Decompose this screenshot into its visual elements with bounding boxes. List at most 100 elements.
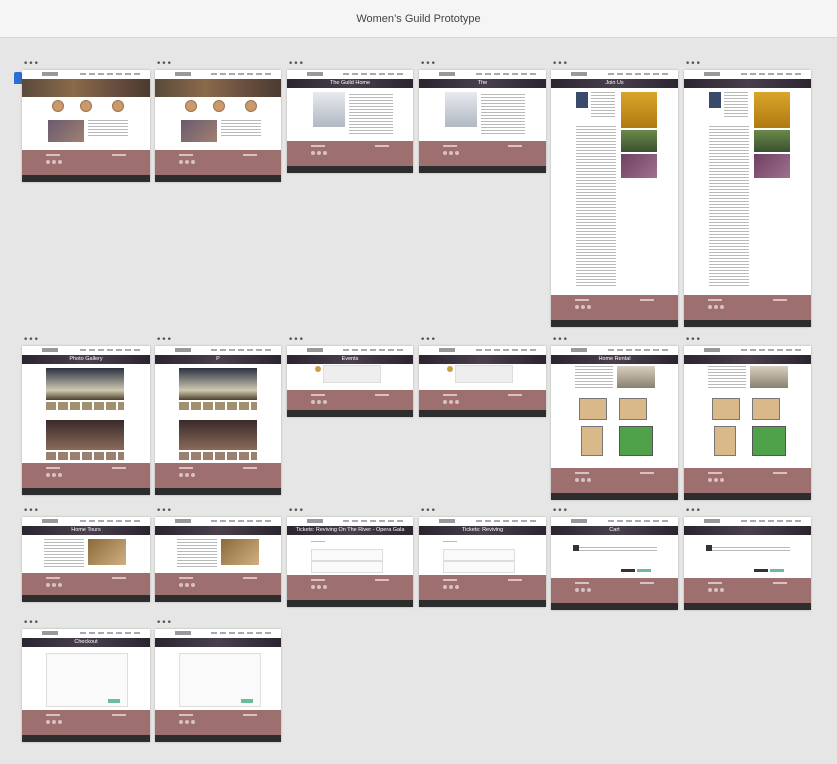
footer-text — [311, 579, 325, 581]
artboard-menu-icon[interactable]: ••• — [23, 336, 39, 345]
window-title: Women’s Guild Prototype — [356, 12, 481, 25]
footer-text — [46, 714, 60, 716]
artboard-photo-gallery-1[interactable]: Photo Gallery — [22, 346, 150, 495]
artboard-cart-1[interactable]: Cart — [551, 517, 678, 610]
social-icon — [455, 151, 459, 155]
social-icon — [581, 478, 585, 482]
artboard-menu-icon[interactable]: ••• — [23, 507, 39, 516]
artboard-photo-gallery-2[interactable]: P — [155, 346, 281, 495]
footer-text — [443, 579, 457, 581]
artboard-nav-links — [343, 73, 405, 75]
artboard-home-1[interactable] — [22, 70, 150, 182]
artboard-logo — [571, 348, 587, 352]
artboard-logo — [439, 519, 455, 523]
social-icon — [185, 473, 189, 477]
footer-text — [243, 467, 257, 469]
artboard-menu-icon[interactable]: ••• — [685, 60, 701, 69]
artboard-footer — [155, 710, 281, 735]
social-icon — [179, 583, 183, 587]
ticket-row — [443, 561, 515, 573]
garden-plan — [619, 426, 653, 456]
footer-text — [773, 582, 787, 584]
artboard-nav-links — [80, 73, 142, 75]
artboard-logo — [175, 348, 191, 352]
artboard-guild-home-1[interactable]: The Guild Home — [287, 70, 413, 173]
cart-row — [706, 547, 790, 551]
artboard-menu-icon[interactable]: ••• — [156, 619, 172, 628]
artboard-home-rental-2[interactable] — [684, 346, 811, 500]
artboard-logo — [42, 348, 58, 352]
artboard-menu-icon[interactable]: ••• — [552, 60, 568, 69]
artboard-menu-icon[interactable]: ••• — [288, 507, 304, 516]
social-icon — [46, 720, 50, 724]
update-cart-button — [754, 569, 768, 572]
artboard-join-us-1[interactable]: Join Us — [551, 70, 678, 327]
social-icon — [46, 583, 50, 587]
artboard-events-2[interactable] — [419, 346, 546, 417]
body-text — [349, 94, 393, 134]
social-icon — [179, 720, 183, 724]
artboard-events-1[interactable]: Events — [287, 346, 413, 417]
hero-image — [22, 79, 150, 97]
artboard-nav-links — [476, 73, 538, 75]
page-banner-title: The — [477, 80, 488, 86]
body-text — [724, 92, 748, 118]
body-text — [177, 539, 217, 569]
artboard-guild-home-2[interactable]: The — [419, 70, 546, 173]
ticket-row — [311, 561, 383, 573]
artboard-join-us-2[interactable] — [684, 70, 811, 327]
footer-text — [640, 299, 654, 301]
artboard-checkout-1[interactable]: Checkout — [22, 629, 150, 742]
page-banner-title: Join Us — [605, 80, 624, 86]
artboard-menu-icon[interactable]: ••• — [420, 336, 436, 345]
artboard-home-tours-2[interactable] — [155, 517, 281, 602]
thumbnail-strip — [46, 402, 124, 410]
social-icon — [575, 588, 579, 592]
artboard-home-2[interactable] — [155, 70, 281, 182]
footer-text — [443, 394, 457, 396]
artboard-nav-links — [608, 520, 670, 522]
social-icon — [185, 720, 189, 724]
artboard-bottom-bar — [287, 600, 413, 607]
artboard-menu-icon[interactable]: ••• — [420, 507, 436, 516]
cart-row — [573, 547, 657, 551]
social-icon — [708, 588, 712, 592]
artboard-menu-icon[interactable]: ••• — [685, 336, 701, 345]
page-banner-title: Photo Gallery — [69, 356, 103, 362]
artboard-footer — [419, 575, 546, 600]
artboard-footer — [22, 150, 150, 175]
artboard-menu-icon[interactable]: ••• — [156, 507, 172, 516]
thumbnail-strip — [179, 402, 257, 410]
artboard-tickets-2[interactable]: Tickets: Reviving — [419, 517, 546, 607]
footer-text — [640, 582, 654, 584]
artboard-menu-icon[interactable]: ••• — [288, 60, 304, 69]
artboard-menu-icon[interactable]: ••• — [685, 507, 701, 516]
artboard-bottom-bar — [22, 595, 150, 602]
social-icon — [323, 400, 327, 404]
artboard-menu-icon[interactable]: ••• — [23, 60, 39, 69]
artboard-tickets-1[interactable]: Tickets: Reviving On The River - Opera G… — [287, 517, 413, 607]
artboard-home-tours-1[interactable]: Home Tours — [22, 517, 150, 602]
social-icon — [581, 305, 585, 309]
artboard-menu-icon[interactable]: ••• — [552, 507, 568, 516]
artboard-menu-icon[interactable]: ••• — [552, 336, 568, 345]
portrait-photo — [576, 92, 588, 108]
body-text — [709, 126, 749, 286]
selection-marker[interactable] — [14, 72, 22, 84]
artboard-menu-icon[interactable]: ••• — [156, 336, 172, 345]
place-order-button — [108, 699, 120, 703]
artboard-menu-icon[interactable]: ••• — [23, 619, 39, 628]
social-icon — [317, 400, 321, 404]
artboard-cart-2[interactable] — [684, 517, 811, 610]
artboard-nav-links — [80, 632, 142, 634]
footer-text — [508, 394, 522, 396]
checkout-button — [637, 569, 651, 572]
venue-photo — [750, 366, 788, 388]
footer-text — [708, 582, 722, 584]
body-text — [481, 94, 525, 134]
artboard-menu-icon[interactable]: ••• — [288, 336, 304, 345]
artboard-menu-icon[interactable]: ••• — [156, 60, 172, 69]
artboard-checkout-2[interactable] — [155, 629, 281, 742]
artboard-menu-icon[interactable]: ••• — [420, 60, 436, 69]
artboard-home-rental-1[interactable]: Home Rental — [551, 346, 678, 500]
